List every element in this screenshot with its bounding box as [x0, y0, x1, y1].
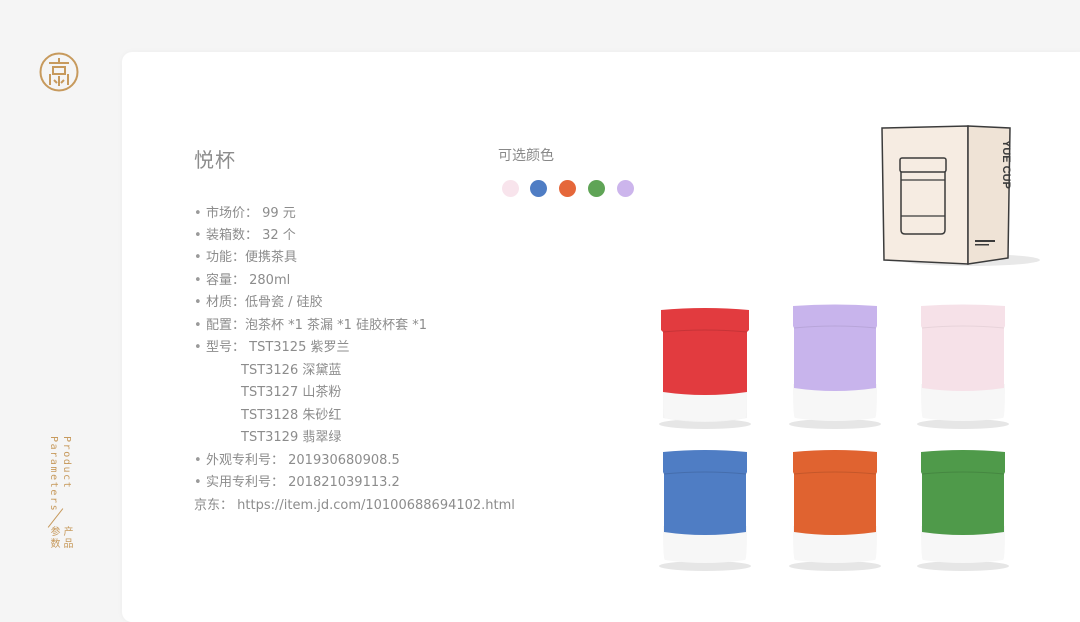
param-model-item: TST3129 翡翠绿: [241, 430, 342, 445]
color-options-label: 可选颜色: [498, 148, 554, 164]
color-swatch-green[interactable]: [588, 180, 605, 197]
product-package-box: YUE CUP: [881, 125, 1040, 266]
param-design-patent: • 外观专利号： 201930680908.5: [194, 453, 400, 468]
cup-pink[interactable]: [913, 300, 1013, 432]
color-swatch-blue[interactable]: [530, 180, 547, 197]
param-model-item: TST3127 山茶粉: [241, 385, 342, 400]
cup-violet[interactable]: [785, 300, 885, 432]
param-config: • 配置：泡茶杯 *1 茶漏 *1 硅胶杯套 *1: [194, 318, 427, 333]
color-swatch-pink[interactable]: [502, 180, 519, 197]
package-brand-text: YUE CUP: [1000, 140, 1012, 189]
cup-orange[interactable]: [785, 442, 885, 574]
section-label-en: Product Parameters: [48, 436, 72, 513]
param-model-item: TST3128 朱砂红: [241, 408, 342, 423]
cup-red[interactable]: [655, 300, 755, 432]
color-swatch-purple[interactable]: [617, 180, 634, 197]
param-utility-patent: • 实用专利号： 201821039113.2: [194, 475, 400, 490]
color-swatch-orange[interactable]: [559, 180, 576, 197]
brand-logo-icon: [39, 52, 79, 92]
param-model-item: TST3126 深黛蓝: [241, 363, 342, 378]
param-price: • 市场价： 99 元: [194, 206, 296, 221]
param-jd-link[interactable]: 京东： https://item.jd.com/10100688694102.h…: [194, 496, 515, 516]
param-material: • 材质：低骨瓷 / 硅胶: [194, 295, 323, 310]
param-carton-qty: • 装箱数： 32 个: [194, 228, 296, 243]
section-label-cn: 产品 参数: [48, 526, 72, 550]
cup-green[interactable]: [913, 442, 1013, 574]
param-capacity: • 容量： 280ml: [194, 273, 291, 288]
param-function: • 功能：便携茶具: [194, 250, 298, 265]
product-title: 悦杯: [194, 148, 236, 172]
cup-blue[interactable]: [655, 442, 755, 574]
param-model: • 型号： TST3125 紫罗兰: [194, 340, 350, 355]
